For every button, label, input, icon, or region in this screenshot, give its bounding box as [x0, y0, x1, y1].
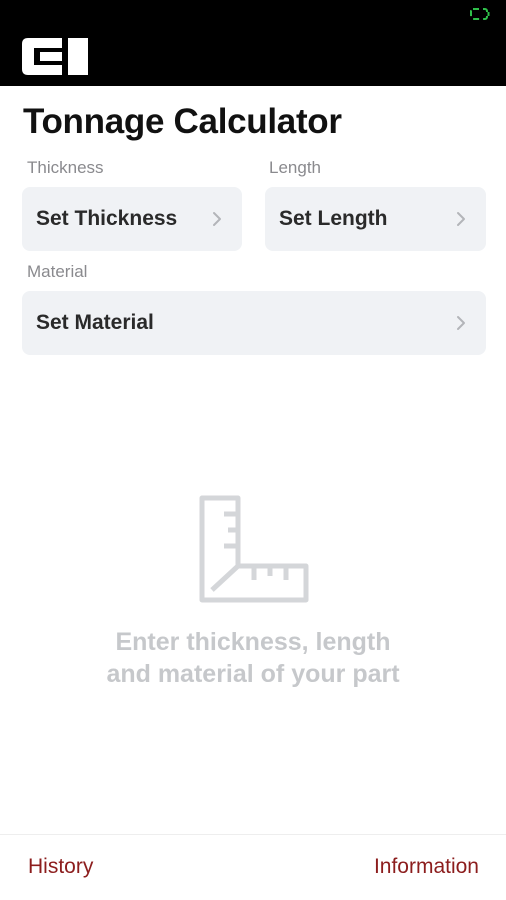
length-label: Length [269, 158, 321, 177]
thickness-label: Thickness [27, 158, 104, 177]
chevron-right-icon [212, 211, 222, 227]
page-title: Tonnage Calculator [23, 102, 342, 141]
history-link[interactable]: History [28, 855, 93, 879]
ci-logo [22, 38, 88, 75]
length-value: Set Length [279, 207, 388, 230]
material-value: Set Material [36, 311, 154, 334]
bottom-bar: History Information [0, 834, 506, 900]
information-link[interactable]: Information [374, 855, 479, 879]
app-root: Tonnage Calculator Thickness Set Thickne… [0, 0, 506, 900]
material-label: Material [27, 262, 88, 281]
thickness-selector[interactable]: Set Thickness [22, 187, 242, 251]
chevron-right-icon [456, 315, 466, 331]
length-selector[interactable]: Set Length [265, 187, 486, 251]
ruler-square-icon [199, 495, 309, 603]
chevron-right-icon [456, 211, 466, 227]
empty-state-line-1: Enter thickness, length [115, 628, 391, 656]
empty-state-message: Enter thickness, length and material of … [0, 626, 506, 690]
battery-charging-icon [470, 8, 490, 20]
material-selector[interactable]: Set Material [22, 291, 486, 355]
empty-state-line-2: and material of your part [106, 660, 400, 688]
thickness-value: Set Thickness [36, 207, 178, 230]
app-header [0, 0, 506, 86]
